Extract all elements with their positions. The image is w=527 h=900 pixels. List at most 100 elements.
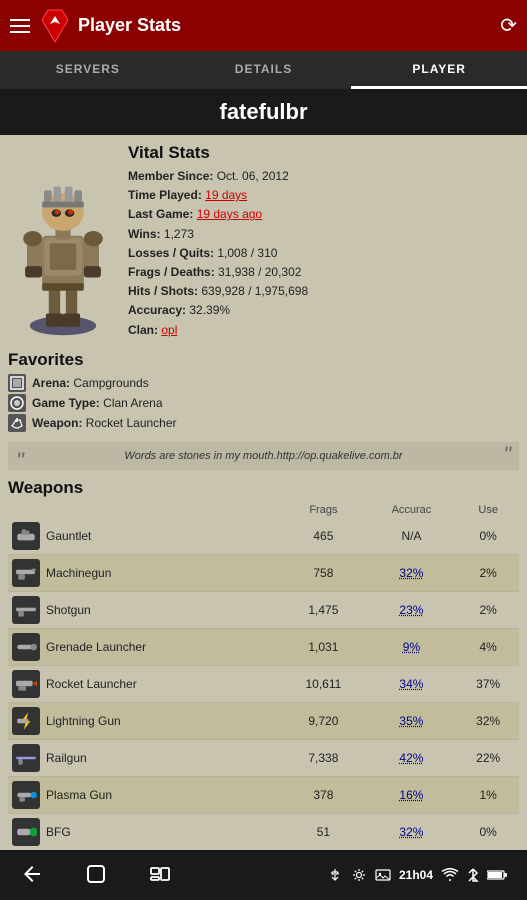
weapon-icon-4 bbox=[12, 670, 40, 698]
table-row: Lightning Gun 9,720 35% 32% bbox=[8, 702, 519, 739]
bluetooth-icon bbox=[467, 867, 479, 883]
weapon-use-5: 32% bbox=[457, 702, 519, 739]
weapon-frags-4: 10,611 bbox=[281, 665, 365, 702]
weapon-accuracy-8: 32% bbox=[366, 813, 458, 850]
weapon-cell-3: Grenade Launcher bbox=[8, 628, 281, 665]
col-use: Use bbox=[457, 502, 519, 518]
weapon-accuracy-5: 35% bbox=[366, 702, 458, 739]
arena-icon bbox=[8, 374, 26, 392]
col-weapon bbox=[8, 502, 281, 518]
table-row: BFG 51 32% 0% bbox=[8, 813, 519, 850]
weapon-name-8: BFG bbox=[46, 825, 71, 839]
wifi-icon bbox=[441, 867, 459, 883]
weapon-frags-6: 7,338 bbox=[281, 739, 365, 776]
weapon-accuracy-4: 34% bbox=[366, 665, 458, 702]
quote-section: " Words are stones in my mouth.http://op… bbox=[8, 442, 519, 470]
app-header: Player Stats ⟳ bbox=[0, 0, 527, 51]
username-banner: fatefulbr bbox=[0, 89, 527, 135]
weapon-accuracy-0: N/A bbox=[366, 518, 458, 555]
table-row: Shotgun 1,475 23% 2% bbox=[8, 591, 519, 628]
refresh-button[interactable]: ⟳ bbox=[500, 13, 517, 38]
col-accuracy: Accurac bbox=[366, 502, 458, 518]
weapon-use-8: 0% bbox=[457, 813, 519, 850]
stat-losses: Losses / Quits: 1,008 / 310 bbox=[128, 244, 519, 263]
stat-hits: Hits / Shots: 639,928 / 1,975,698 bbox=[128, 282, 519, 301]
quote-mark-right: " bbox=[503, 442, 511, 468]
weapon-name-7: Plasma Gun bbox=[46, 788, 112, 802]
vital-stats-section: Vital Stats Member Since: Oct. 06, 2012 … bbox=[8, 143, 519, 340]
gametype-icon bbox=[8, 394, 26, 412]
weapon-name-6: Railgun bbox=[46, 751, 87, 765]
weapon-use-7: 1% bbox=[457, 776, 519, 813]
weapon-icon-3 bbox=[12, 633, 40, 661]
stat-accuracy: Accuracy: 32.39% bbox=[128, 301, 519, 320]
weapon-use-3: 4% bbox=[457, 628, 519, 665]
weapon-cell-2: Shotgun bbox=[8, 591, 281, 628]
weapon-cell-1: Machinegun bbox=[8, 554, 281, 591]
weapon-accuracy-7: 16% bbox=[366, 776, 458, 813]
tab-servers[interactable]: SERVERS bbox=[0, 51, 176, 89]
stat-frags: Frags / Deaths: 31,938 / 20,302 bbox=[128, 263, 519, 282]
weapon-frags-5: 9,720 bbox=[281, 702, 365, 739]
weapon-cell-7: Plasma Gun bbox=[8, 776, 281, 813]
weapon-accuracy-1: 32% bbox=[366, 554, 458, 591]
quote-mark-left: " bbox=[16, 448, 24, 474]
weapon-icon-1 bbox=[12, 559, 40, 587]
weapon-use-6: 22% bbox=[457, 739, 519, 776]
image-icon bbox=[375, 867, 391, 883]
favorites-section: Favorites Arena: Campgrounds Game Type: … bbox=[8, 350, 519, 432]
table-row: Railgun 7,338 42% 22% bbox=[8, 739, 519, 776]
weapon-icon-6 bbox=[12, 744, 40, 772]
weapon-use-4: 37% bbox=[457, 665, 519, 702]
stat-member-since: Member Since: Oct. 06, 2012 bbox=[128, 167, 519, 186]
back-button[interactable] bbox=[20, 862, 44, 889]
weapon-icon-5 bbox=[12, 707, 40, 735]
weapon-use-0: 0% bbox=[457, 518, 519, 555]
status-icons: 21h04 bbox=[327, 867, 507, 883]
weapons-title: Weapons bbox=[8, 478, 519, 498]
weapons-section: Weapons Frags Accurac Use Gauntlet 465 N… bbox=[8, 478, 519, 854]
weapon-name-5: Lightning Gun bbox=[46, 714, 121, 728]
settings-icon bbox=[351, 867, 367, 883]
weapon-name-0: Gauntlet bbox=[46, 529, 91, 543]
weapon-use-1: 2% bbox=[457, 554, 519, 591]
weapon-frags-8: 51 bbox=[281, 813, 365, 850]
stat-clan: Clan: opl bbox=[128, 321, 519, 340]
weapon-frags-7: 378 bbox=[281, 776, 365, 813]
weapon-icon-0 bbox=[12, 522, 40, 550]
nav-buttons bbox=[20, 862, 172, 889]
fav-gametype: Game Type: Clan Arena bbox=[8, 394, 519, 412]
quote-text: Words are stones in my mouth.http://op.q… bbox=[124, 450, 402, 462]
home-button[interactable] bbox=[84, 862, 108, 889]
weapon-cell-8: BFG bbox=[8, 813, 281, 850]
weapon-frags-1: 758 bbox=[281, 554, 365, 591]
vital-info: Vital Stats Member Since: Oct. 06, 2012 … bbox=[128, 143, 519, 340]
fav-arena: Arena: Campgrounds bbox=[8, 374, 519, 392]
weapons-table-body: Gauntlet 465 N/A 0% Machinegun 758 32% 2… bbox=[8, 518, 519, 854]
fav-weapon: Weapon: Rocket Launcher bbox=[8, 414, 519, 432]
weapons-table-header: Frags Accurac Use bbox=[8, 502, 519, 518]
weapon-name-3: Grenade Launcher bbox=[46, 640, 146, 654]
favorites-title: Favorites bbox=[8, 350, 519, 370]
username-label: fatefulbr bbox=[220, 99, 308, 124]
weapon-name-1: Machinegun bbox=[46, 566, 111, 580]
usb-icon bbox=[327, 867, 343, 883]
weapon-frags-3: 1,031 bbox=[281, 628, 365, 665]
menu-button[interactable] bbox=[10, 19, 30, 33]
battery-icon bbox=[487, 869, 507, 881]
tab-player[interactable]: PLAYER bbox=[351, 51, 527, 89]
weapon-accuracy-6: 42% bbox=[366, 739, 458, 776]
weapon-accuracy-3: 9% bbox=[366, 628, 458, 665]
weapon-cell-0: Gauntlet bbox=[8, 518, 281, 555]
table-row: Plasma Gun 378 16% 1% bbox=[8, 776, 519, 813]
recents-button[interactable] bbox=[148, 862, 172, 889]
weapon-accuracy-2: 23% bbox=[366, 591, 458, 628]
table-row: Rocket Launcher 10,611 34% 37% bbox=[8, 665, 519, 702]
weapon-use-2: 2% bbox=[457, 591, 519, 628]
weapon-name-4: Rocket Launcher bbox=[46, 677, 137, 691]
weapon-frags-0: 465 bbox=[281, 518, 365, 555]
weapon-cell-5: Lightning Gun bbox=[8, 702, 281, 739]
tab-details[interactable]: DETAILS bbox=[176, 51, 352, 89]
nav-tabs: SERVERS DETAILS PLAYER bbox=[0, 51, 527, 89]
stat-time-played: Time Played: 19 days bbox=[128, 186, 519, 205]
